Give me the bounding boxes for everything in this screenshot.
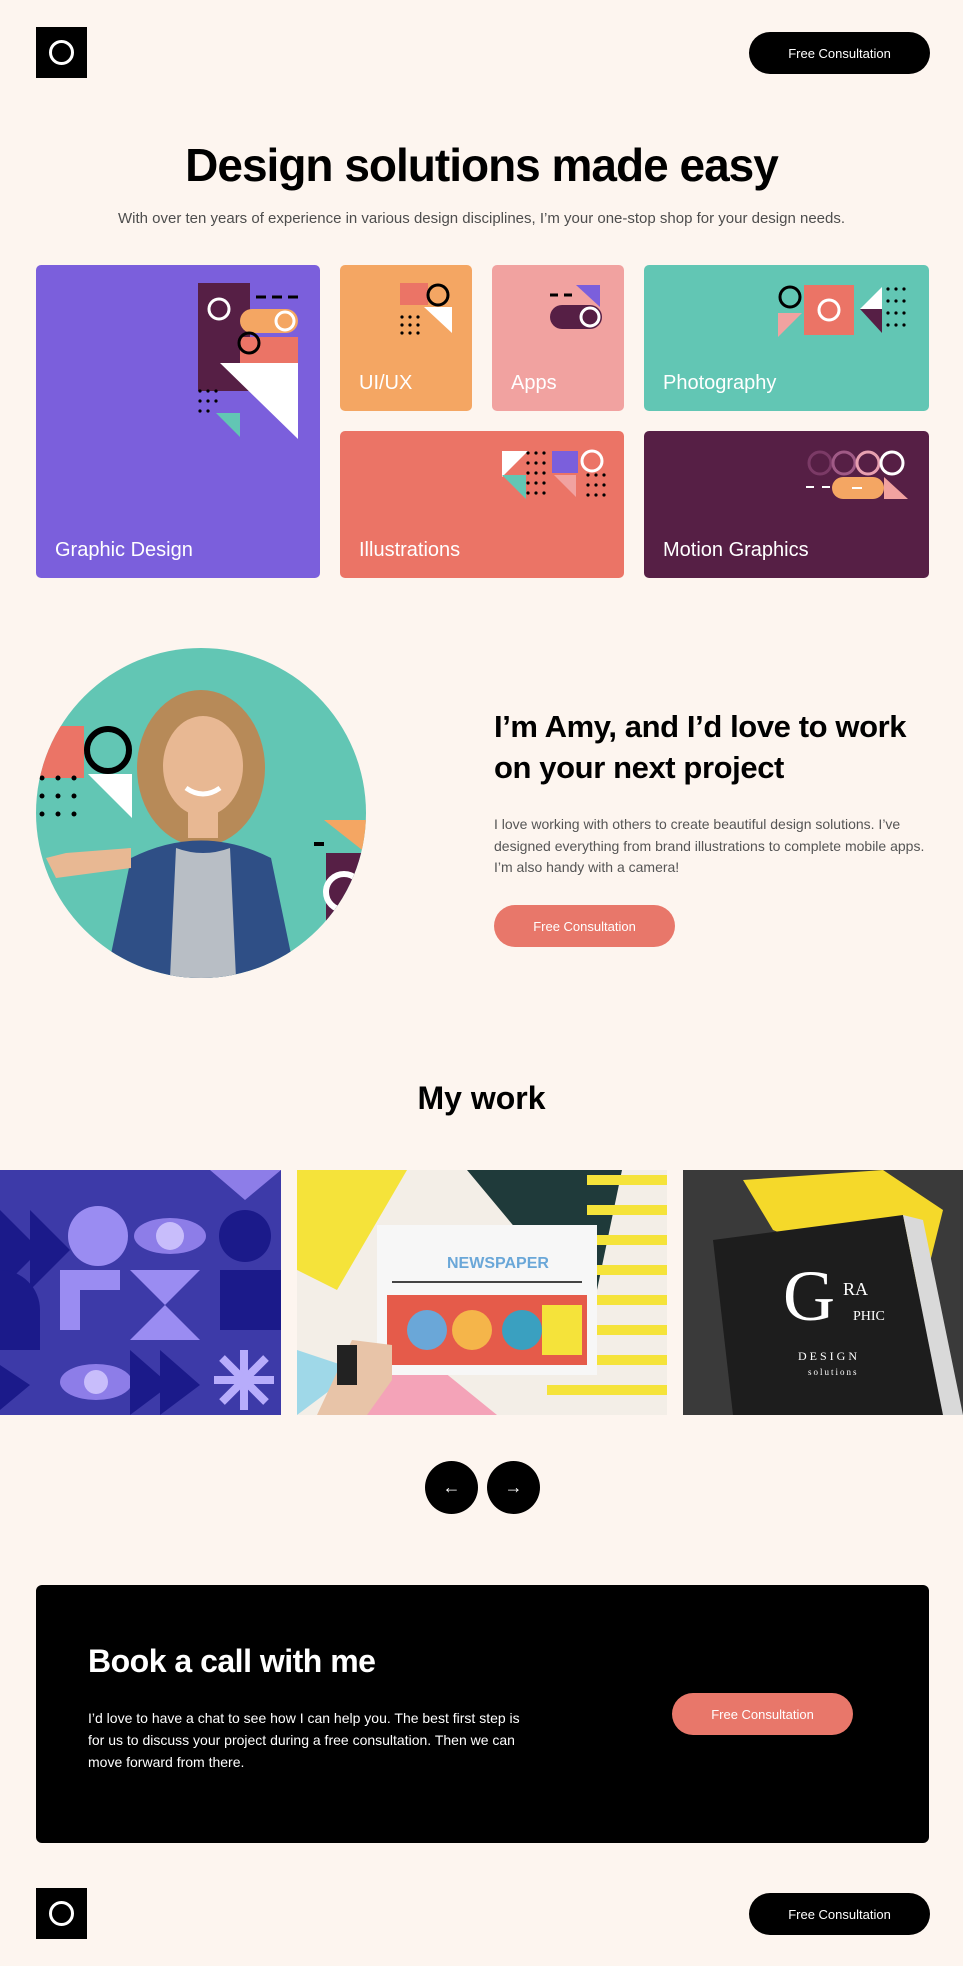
graphic-design-shapes-icon <box>198 283 298 439</box>
book-call-title: Book a call with me <box>88 1643 376 1679</box>
uiux-shapes-icon <box>400 283 452 335</box>
work-title: My work <box>417 1080 546 1116</box>
service-card-motion-graphics[interactable]: Motion Graphics <box>644 431 929 578</box>
service-card-uiux[interactable]: UI/UX <box>340 265 472 411</box>
footer-logo[interactable] <box>36 1888 87 1939</box>
header-consultation-button[interactable]: Free Consultation <box>749 32 930 74</box>
logo-circle-icon <box>49 40 74 65</box>
photography-shapes-icon <box>778 285 906 337</box>
hero-title: Design solutions made easy <box>185 139 779 191</box>
profile-photo <box>36 648 366 978</box>
book-call-consultation-button[interactable]: Free Consultation <box>672 1693 853 1735</box>
arrow-left-icon: ← <box>442 1477 461 1497</box>
logo[interactable] <box>36 27 87 78</box>
carousel-prev-button[interactable]: ← <box>425 1461 478 1514</box>
book-title-design: DESIGN <box>798 1349 860 1363</box>
service-label: Photography <box>663 372 777 394</box>
service-card-graphic-design[interactable]: Graphic Design <box>36 265 320 578</box>
service-card-illustrations[interactable]: Illustrations <box>340 431 624 578</box>
service-label: UI/UX <box>359 372 413 394</box>
newspaper-masthead-text: NEWSPAPER <box>447 1255 549 1272</box>
service-label: Graphic Design <box>55 539 193 561</box>
work-image-geometric[interactable] <box>0 1170 281 1415</box>
book-call-section: Book a call with me I’d love to have a c… <box>36 1585 929 1843</box>
newspaper-photo-icon: NEWSPAPER <box>297 1170 667 1415</box>
about-consultation-button[interactable]: Free Consultation <box>494 905 675 947</box>
about-title: I’m Amy, and I’d love to work on your ne… <box>494 709 907 785</box>
book-title-solutions: solutions <box>808 1367 859 1377</box>
work-image-graphic-design-book[interactable]: G RA PHIC DESIGN solutions <box>683 1170 963 1415</box>
book-title-ra: RA <box>843 1279 868 1299</box>
hero-subtitle: With over ten years of experience in var… <box>117 210 846 227</box>
logo-circle-icon <box>49 1901 74 1926</box>
carousel-next-button[interactable]: → <box>487 1461 540 1514</box>
geometric-pattern-icon <box>0 1170 281 1415</box>
book-call-text: I’d love to have a chat to see how I can… <box>88 1710 520 1770</box>
arrow-right-icon: → <box>504 1477 523 1497</box>
book-photo-icon: G RA PHIC DESIGN solutions <box>683 1170 963 1415</box>
book-title-letter: G <box>783 1256 835 1336</box>
book-title-phic: PHIC <box>853 1309 885 1324</box>
motion-graphics-shapes-icon <box>806 450 908 499</box>
illustrations-shapes-icon <box>502 449 606 499</box>
service-card-photography[interactable]: Photography <box>644 265 929 411</box>
work-image-newspaper[interactable]: NEWSPAPER <box>297 1170 667 1415</box>
service-label: Illustrations <box>359 539 461 561</box>
profile-illustration-icon <box>36 690 366 978</box>
service-label: Apps <box>511 372 557 394</box>
apps-shapes-icon <box>550 285 602 329</box>
about-text: I love working with others to create bea… <box>494 816 925 875</box>
service-card-apps[interactable]: Apps <box>492 265 624 411</box>
service-label: Motion Graphics <box>663 539 809 561</box>
footer-consultation-button[interactable]: Free Consultation <box>749 1893 930 1935</box>
